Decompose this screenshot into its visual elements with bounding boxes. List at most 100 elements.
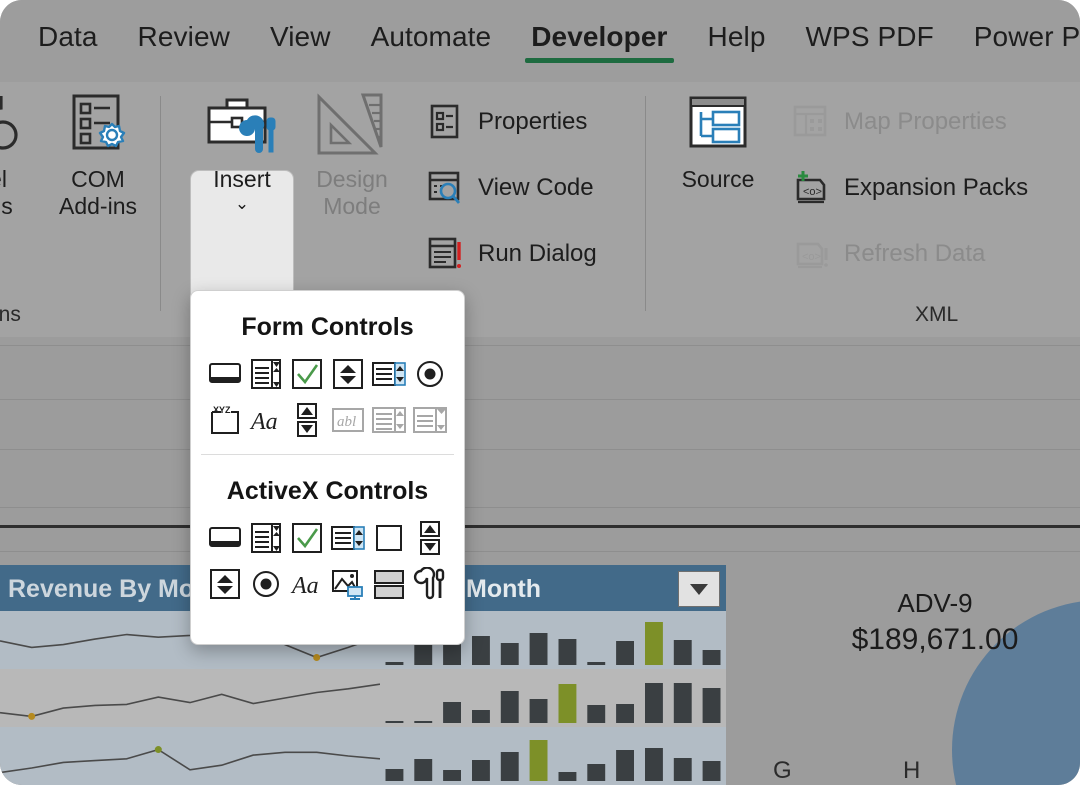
option-button-icon[interactable] (410, 354, 450, 394)
bar (587, 705, 605, 723)
bar (703, 761, 721, 781)
more-controls-icon[interactable] (410, 564, 450, 604)
ribbon-tab-label: Developer (531, 21, 667, 52)
column-header-G[interactable]: G (773, 757, 792, 785)
ribbon-tab-label: Power P (974, 21, 1080, 52)
list-box-icon[interactable] (328, 518, 368, 558)
command-button-icon[interactable] (205, 518, 245, 558)
source-button[interactable]: Source (666, 88, 770, 193)
kpi-value: $189,671.00 (790, 623, 1080, 657)
ribbon-tab-wps-pdf[interactable]: WPS PDF (786, 17, 954, 65)
option-button-icon[interactable] (246, 564, 286, 604)
expansion-packs-icon: <o> (790, 168, 830, 208)
ribbon-tab-label: View (270, 21, 331, 52)
bar (472, 710, 490, 723)
ribbon-tab-review[interactable]: Review (118, 17, 250, 65)
dashboard-filter-dropdown[interactable] (678, 571, 720, 607)
ribbon-tab-power-p[interactable]: Power P (954, 17, 1080, 65)
combo-drop-down-edit-icon[interactable] (410, 400, 450, 440)
bar (501, 752, 519, 781)
excel-window: EFGHI Revenue By Mon Month ADV-9 $189,67… (0, 0, 1080, 785)
bar (414, 759, 432, 781)
combo-box-icon[interactable] (246, 354, 286, 394)
svg-text:Aa: Aa (290, 573, 319, 599)
sparkline-marker (155, 746, 162, 753)
image-icon[interactable] (328, 564, 368, 604)
source-label: Source (682, 166, 755, 193)
grid-row-line (0, 449, 1080, 450)
bar (559, 684, 577, 723)
run-dialog-label: Run Dialog (478, 240, 597, 268)
run-dialog-button[interactable]: Run Dialog (424, 234, 597, 274)
ribbon-tab-automate[interactable]: Automate (351, 17, 512, 65)
form-controls-heading: Form Controls (191, 313, 464, 342)
activex-controls-heading: ActiveX Controls (191, 477, 464, 506)
com-add-ins-label: COMAdd-ins (59, 166, 137, 220)
check-box-icon[interactable] (287, 518, 327, 558)
check-box-icon[interactable] (287, 354, 327, 394)
column-header-H[interactable]: H (903, 757, 920, 785)
bar (559, 639, 577, 665)
combo-list-edit-icon[interactable] (369, 400, 409, 440)
ribbon-tabs: DataReview View Automate Developer Help WPS P… (0, 0, 1080, 82)
expansion-packs-button[interactable]: <o> Expansion Packs (790, 168, 1028, 208)
grid-row-line (0, 507, 1080, 508)
chevron-down-icon (690, 584, 708, 595)
dashboard-row (0, 727, 726, 785)
sparkline-marker (28, 713, 35, 720)
combo-box-icon[interactable] (246, 518, 286, 558)
group-box-icon[interactable]: XYZ (205, 400, 245, 440)
bar (616, 750, 634, 781)
excel-add-ins-button[interactable]: elins (0, 88, 50, 220)
toggle-button-icon[interactable] (369, 564, 409, 604)
bar (587, 662, 605, 665)
add-ins-group-label: ins (0, 303, 21, 327)
spin-button-icon[interactable] (205, 564, 245, 604)
label-icon[interactable]: Aa (287, 564, 327, 604)
bar (703, 688, 721, 723)
form-controls-grid: XYZAa abl (191, 342, 464, 440)
bar (472, 760, 490, 781)
expansion-packs-label: Expansion Packs (844, 174, 1028, 202)
ribbon: elins COMAdd-ins ins (0, 82, 1080, 337)
bar (703, 650, 721, 665)
label-icon[interactable]: Aa (246, 400, 286, 440)
ribbon-tab-view[interactable]: View (250, 17, 351, 65)
insert-button-content[interactable]: Insert ⌄ (190, 88, 294, 212)
ruler-triangle-icon (311, 88, 393, 162)
ribbon-tab-data[interactable]: Data (18, 17, 118, 65)
text-box-icon[interactable] (369, 518, 409, 558)
bar (674, 683, 692, 723)
sparkline-marker (313, 654, 320, 661)
view-code-button[interactable]: View Code (424, 168, 594, 208)
properties-label: Properties (478, 108, 587, 136)
list-box-icon[interactable] (369, 354, 409, 394)
view-code-label: View Code (478, 174, 594, 202)
map-properties-button[interactable]: Map Properties (790, 102, 1007, 142)
svg-text:abl: abl (337, 414, 356, 430)
bar (443, 770, 461, 781)
group-separator (160, 96, 161, 311)
scroll-bar-icon[interactable] (287, 400, 327, 440)
bar (559, 772, 577, 781)
sparkline (0, 727, 380, 785)
design-mode-button[interactable]: DesignMode (300, 88, 404, 220)
properties-button[interactable]: Properties (424, 102, 587, 142)
bar-sparkline (380, 669, 726, 727)
ribbon-tab-developer[interactable]: Developer (511, 17, 687, 65)
ribbon-tab-help[interactable]: Help (688, 17, 786, 65)
scroll-bar-icon[interactable] (410, 518, 450, 558)
ribbon-tab-label: Help (708, 21, 766, 52)
xml-group-label: XML (915, 303, 958, 327)
spin-button-icon[interactable] (328, 354, 368, 394)
bar (645, 748, 663, 781)
design-mode-label: DesignMode (316, 166, 388, 220)
button-icon[interactable] (205, 354, 245, 394)
refresh-data-button[interactable]: <o> Refresh Data (790, 234, 985, 274)
kpi-block: ADV-9 $189,671.00 (790, 588, 1080, 657)
bar (414, 721, 432, 723)
com-add-ins-button[interactable]: COMAdd-ins (46, 88, 150, 220)
text-field-icon[interactable]: abl (328, 400, 368, 440)
bar (530, 740, 548, 781)
grid-row-line (0, 345, 1080, 346)
